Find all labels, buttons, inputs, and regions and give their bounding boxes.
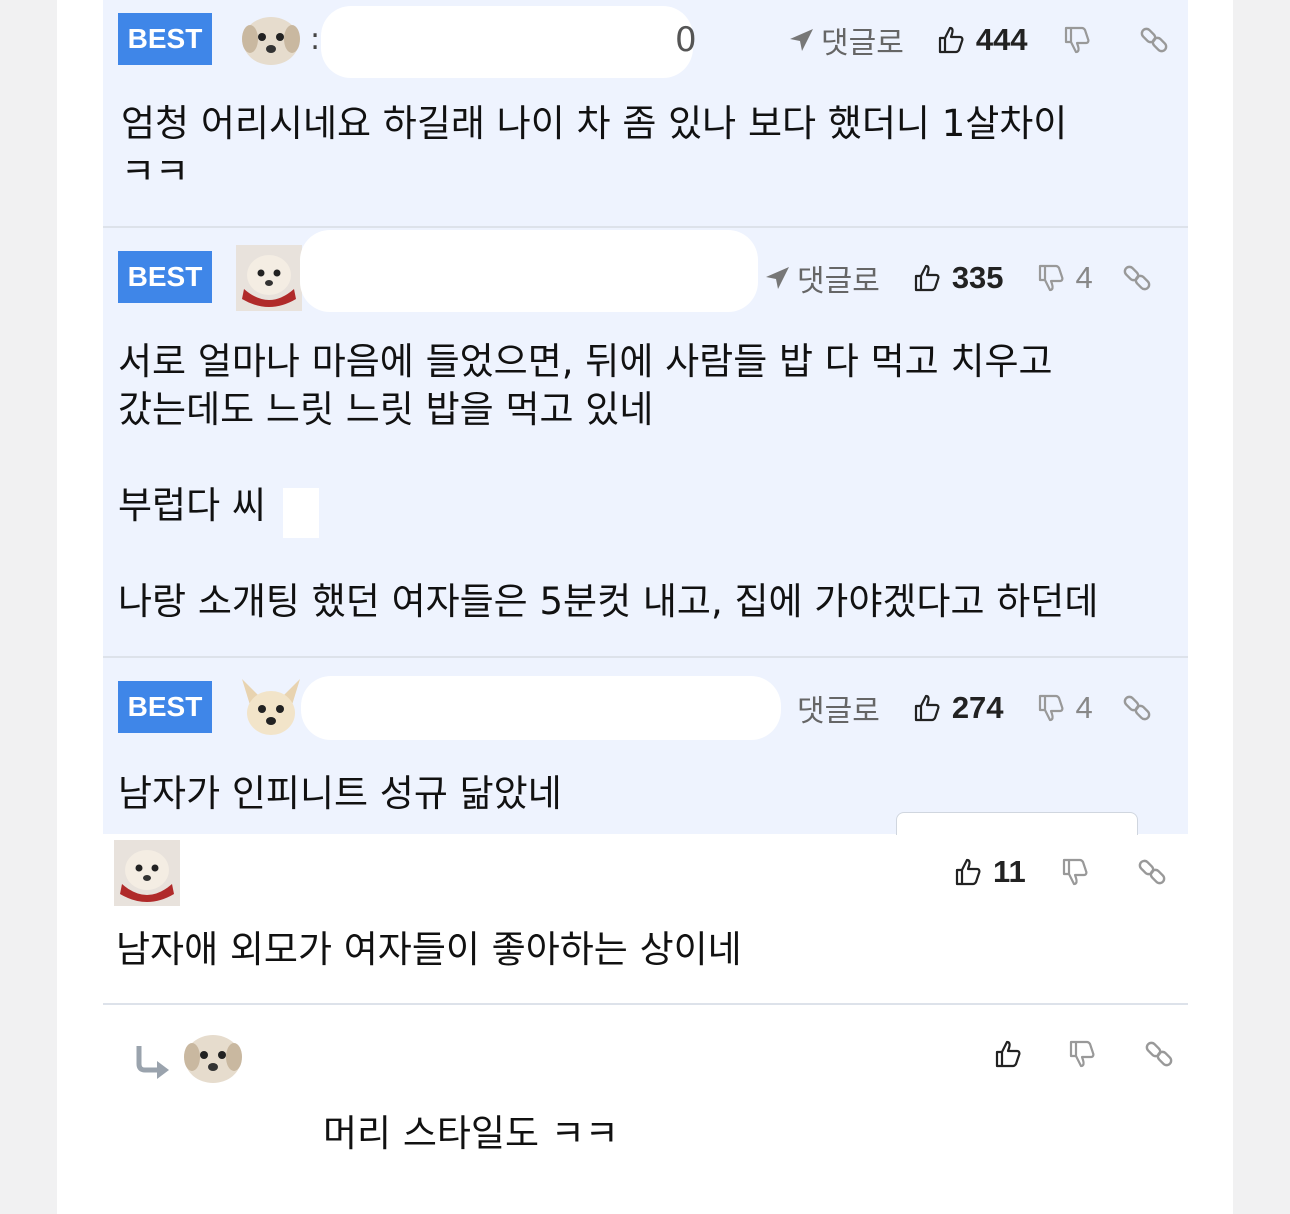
dislike-count: 4 <box>1075 690 1093 725</box>
reply-label: 댓글로 <box>821 26 904 61</box>
tooltip-edge <box>896 812 1138 835</box>
send-arrow-icon <box>790 29 813 51</box>
best-comment: BEST 댓글로 335 4 서로 얼마나 마음에 들었으면, 뒤에 사람들 밥… <box>103 228 1188 656</box>
comment-actions: 댓글로 444 <box>787 18 1170 62</box>
thumbs-up-icon[interactable] <box>953 857 983 887</box>
reply-link[interactable]: 댓글로 <box>763 256 880 300</box>
comment-text: 엄청 어리시네요 하길래 나이 차 좀 있나 보다 했더니 1살차이 ㅋㅋ <box>121 102 1068 193</box>
best-comment: BEST 댓글로 274 4 남자가 인피니트 성규 닮았네 <box>103 658 1188 835</box>
comment-text: 머리 스타일도 ㅋㅋ <box>323 1112 619 1155</box>
link-icon[interactable] <box>1138 24 1170 56</box>
like-count: 444 <box>975 22 1028 57</box>
reply-label: 댓글로 <box>797 264 880 299</box>
link-icon[interactable] <box>1143 1038 1175 1070</box>
puppy-avatar[interactable] <box>180 1023 246 1089</box>
reply-arrow-icon <box>133 1042 173 1086</box>
thumbs-down-icon[interactable] <box>1036 263 1066 293</box>
best-badge: BEST <box>118 681 212 733</box>
redacted-author <box>300 230 758 312</box>
comment-actions: 댓글로 274 4 <box>797 686 1153 730</box>
maltese-red-collar-avatar[interactable] <box>236 245 302 311</box>
link-icon[interactable] <box>1121 262 1153 294</box>
like-count: 335 <box>951 260 1004 295</box>
thumbs-down-icon[interactable] <box>1036 693 1066 723</box>
like-count: 274 <box>951 690 1004 725</box>
best-badge: BEST <box>118 251 212 303</box>
date-fragment: 0 <box>675 20 697 60</box>
divider <box>103 1003 1188 1005</box>
thumbs-down-icon[interactable] <box>1060 857 1090 887</box>
thumbs-down-icon[interactable] <box>1062 25 1092 55</box>
link-icon[interactable] <box>1136 856 1168 888</box>
reply-label: 댓글로 <box>797 694 880 729</box>
comment-actions: 댓글로 335 4 <box>763 256 1153 300</box>
comment-text: 남자가 인피니트 성규 닮았네 <box>118 772 562 815</box>
send-arrow-icon <box>766 267 789 289</box>
thumbs-down-icon[interactable] <box>1067 1039 1097 1069</box>
author-name[interactable]: : <box>310 22 320 57</box>
comment-actions: 11 <box>953 854 1168 890</box>
dislike-count: 4 <box>1075 260 1093 295</box>
thumbs-up-icon[interactable] <box>936 25 966 55</box>
comment-actions <box>993 1038 1175 1070</box>
reply-link[interactable]: 댓글로 <box>797 686 880 730</box>
redacted-word <box>283 488 319 538</box>
comment-text: 남자애 외모가 여자들이 좋아하는 상이네 <box>116 928 742 971</box>
best-badge: BEST <box>118 13 212 65</box>
redacted-author <box>321 6 693 78</box>
link-icon[interactable] <box>1121 692 1153 724</box>
thumbs-up-icon[interactable] <box>993 1039 1023 1069</box>
like-count: 11 <box>993 854 1026 889</box>
maltese-red-collar-avatar[interactable] <box>114 840 180 906</box>
puppy-avatar[interactable] <box>238 5 304 71</box>
reply-comment: 머리 스타일도 ㅋㅋ <box>103 1006 1188 1214</box>
best-comment: BEST : 0 댓글로 444 엄청 어리시네요 하길래 나이 차 좀 있나 … <box>103 0 1188 226</box>
thumbs-up-icon[interactable] <box>912 693 942 723</box>
comment: 11 남자애 외모가 여자들이 좋아하는 상이네 <box>103 834 1188 1004</box>
reply-link[interactable]: 댓글로 <box>787 18 904 62</box>
comment-text: 서로 얼마나 마음에 들었으면, 뒤에 사람들 밥 다 먹고 치우고 갔는데도 … <box>118 340 1099 623</box>
redacted-author <box>301 676 781 740</box>
chihuahua-avatar[interactable] <box>238 675 304 741</box>
thumbs-up-icon[interactable] <box>912 263 942 293</box>
